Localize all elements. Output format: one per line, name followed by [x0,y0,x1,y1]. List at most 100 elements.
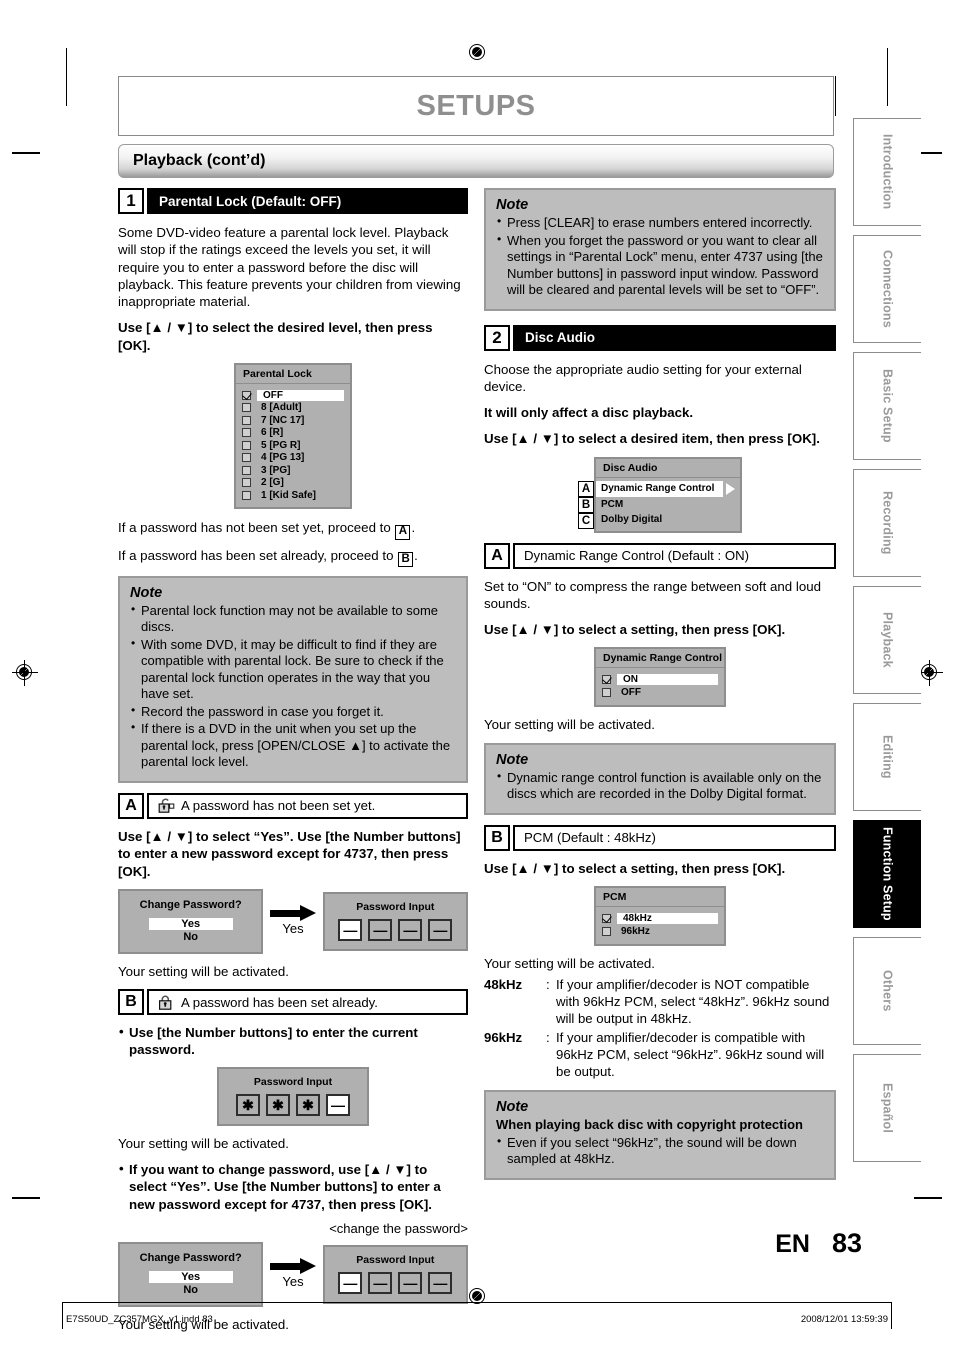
osd-option-row[interactable]: OFF [242,389,344,402]
password-cell[interactable]: — [338,918,363,941]
osd-option-row[interactable]: 5 [PG R] [242,439,344,452]
registration-mark-bottom [469,1288,487,1306]
chevron-right-icon [726,482,735,495]
dialog-option-yes[interactable]: Yes [148,917,233,930]
step-number: 2 [484,324,510,351]
arrow-label: Yes [282,1274,304,1290]
chapter-tabs: Introduction Connections Basic Setup Rec… [853,118,921,1171]
section-a-heading: A password has not been set yet. [181,798,376,814]
dialog-option-no[interactable]: No [120,1284,261,1296]
note-list: Press [CLEAR] to erase numbers entered i… [496,214,824,299]
osd-option-row[interactable]: ON [602,673,718,686]
tab-espanol[interactable]: Español [853,1054,921,1162]
checkbox-icon [242,490,251,500]
left-column: 1 Parental Lock (Default: OFF) Some DVD-… [118,188,469,1342]
disc-audio-osd: Disc Audio Dynamic Range Control PCM Dol… [594,456,742,533]
osd-option-label: 5 [PG R] [261,439,301,451]
osd-option-row[interactable]: PCM [596,497,740,512]
password-cell[interactable]: ✱ [296,1093,320,1116]
osd-option-label: 1 [Kid Safe] [261,489,317,501]
letter-chip-b: B [484,824,510,851]
osd-option-row[interactable]: 48kHz [602,912,718,925]
tab-label: Español [880,1082,895,1134]
tab-others[interactable]: Others [853,937,921,1045]
pcm-activated: Your setting will be activated. [484,956,655,972]
crop-mark [66,48,68,106]
checkbox-checked-icon [242,390,251,400]
osd-option-row[interactable]: 4 [PG 13] [242,451,344,464]
tab-editing[interactable]: Editing [853,703,921,811]
osd-option-label: ON [617,674,718,686]
osd-body: OFF 8 [Adult] 7 [NC 17] 6 [R] 5 [PG R] 4… [236,384,350,508]
tab-basic-setup[interactable]: Basic Setup [853,352,921,460]
drc-osd: Dynamic Range Control ON OFF [594,647,726,708]
password-cell[interactable]: — [326,1093,350,1116]
tab-playback[interactable]: Playback [853,586,921,694]
dialog-title: Change Password? [139,898,242,911]
osd-option-row[interactable]: Dynamic Range Control [596,480,740,497]
osd-option-row[interactable]: 3 [PG] [242,464,344,477]
registration-mark-left [12,660,38,686]
dialog-option-no[interactable]: No [120,931,261,943]
letter-chip-b: B [118,989,144,1016]
osd-option-row[interactable]: Dolby Digital [596,512,740,527]
page-title-box: SETUPS [118,76,834,136]
tab-label: Basic Setup [880,369,895,443]
bullet-item: If you want to change password, use [▲ /… [118,1160,468,1213]
osd-option-row[interactable]: 8 [Adult] [242,401,344,414]
page-number: 83 [831,1228,862,1258]
password-cells: — — — — [325,918,466,941]
step-1-intro: Some DVD-video feature a parental lock l… [118,225,461,310]
osd-option-row[interactable]: 2 [G] [242,476,344,489]
change-password-dialog: Change Password? Yes No [118,888,264,954]
tab-recording[interactable]: Recording [853,469,921,577]
step-heading: Parental Lock (Default: OFF) [147,188,468,214]
definition-colon: : [546,977,550,993]
osd-option-label: 48kHz [617,913,718,925]
password-cell[interactable]: — [428,918,453,941]
definition-colon: : [546,1029,550,1045]
checkbox-icon [242,478,251,488]
dialog-option-yes[interactable]: Yes [148,1270,233,1283]
password-cell[interactable]: — [368,1271,393,1294]
password-cells: ✱ ✱ ✱ — [219,1093,367,1116]
tab-function-setup[interactable]: Function Setup [853,820,921,928]
password-cell[interactable]: — [398,918,423,941]
section-title: Playback (cont’d) [133,152,266,169]
password-cell[interactable]: ✱ [236,1093,260,1116]
change-password-dialog: Change Password? Yes No [118,1241,264,1307]
letter-chip-a: A [484,542,510,569]
section-b-bullet-1: Use [the Number buttons] to enter the cu… [118,1023,468,1059]
password-cell[interactable]: — [428,1271,453,1294]
note-title: Note [496,751,529,768]
osd-option-row[interactable]: OFF [602,686,718,699]
osd-option-row[interactable]: 6 [R] [242,426,344,439]
osd-option-label: Dolby Digital [601,513,663,525]
osd-option-row[interactable]: 7 [NC 17] [242,414,344,427]
dialog-title: Password Input [253,1075,333,1088]
section-b-activated-1: Your setting will be activated. [118,1135,289,1151]
osd-option-label: 4 [PG 13] [261,452,305,464]
osd-body: ON OFF [596,668,724,705]
crop-mark [886,48,888,106]
password-cell[interactable]: ✱ [266,1093,290,1116]
note-item: When you forget the password or you want… [496,232,824,299]
note-subtitle: When playing back disc with copyright pr… [496,1116,803,1132]
password-cell[interactable]: — [398,1271,423,1294]
note-box-drc: Note Dynamic range control function is a… [484,742,836,815]
note-item: Even if you select “96kHz”, the sound wi… [496,1134,824,1168]
note-title: Note [496,197,529,213]
right-arrow-icon [270,905,316,922]
note-item: Record the password in case you forget i… [130,703,456,721]
registration-mark-right [917,660,943,686]
password-cell[interactable]: — [338,1271,363,1294]
password-cell[interactable]: — [368,918,393,941]
tab-introduction[interactable]: Introduction [853,118,921,226]
osd-option-row[interactable]: 1 [Kid Safe] [242,489,344,502]
tab-connections[interactable]: Connections [853,235,921,343]
osd-option-row[interactable]: 96kHz [602,925,718,938]
reference-box-a: A [395,524,411,540]
definition-desc: If your amplifier/decoder is NOT compati… [556,977,830,1027]
tab-label: Recording [880,491,895,555]
checkbox-checked-icon [602,914,611,924]
